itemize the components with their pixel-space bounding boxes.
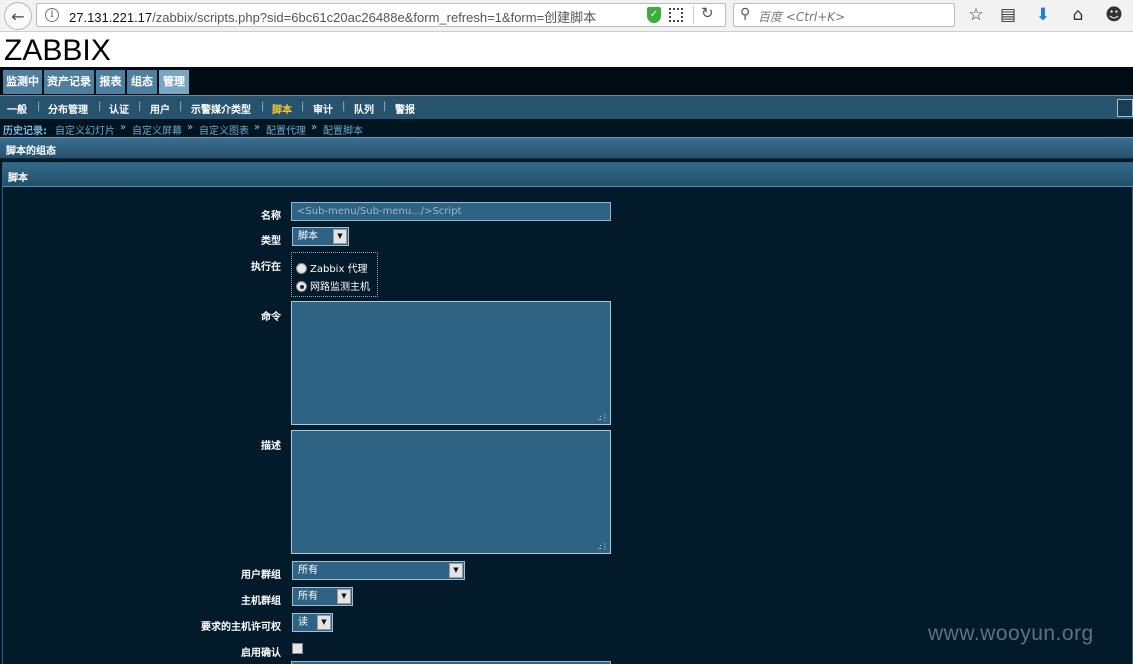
user-group-value: 所有 xyxy=(298,565,318,576)
back-arrow-icon[interactable]: ← xyxy=(4,2,32,30)
execute-on-radio-group: Zabbix 代理 网路监测主机 xyxy=(291,252,378,297)
host-group-value: 所有 xyxy=(298,591,318,602)
sub-separator: | xyxy=(98,101,102,112)
main-menu: 监测中 资产记录 报表 组态 管理 xyxy=(0,67,1133,95)
name-label: 名称 xyxy=(261,211,281,222)
browser-toolbar: ← i 27.131.221.17/zabbix/scripts.php?sid… xyxy=(0,0,1133,32)
command-label: 命令 xyxy=(261,312,281,323)
history-link[interactable]: 自定义图表 xyxy=(199,122,249,137)
user-group-label: 用户群组 xyxy=(241,570,281,581)
download-icon[interactable]: ⬇ xyxy=(1032,4,1054,26)
zabbix-logo[interactable]: ZABBIX xyxy=(4,34,111,68)
history-link[interactable]: 配置代理 xyxy=(266,122,306,137)
main-tab-configuration[interactable]: 组态 xyxy=(127,70,158,94)
sub-separator: | xyxy=(179,101,183,112)
url-text[interactable]: 27.131.221.17/zabbix/scripts.php?sid=6bc… xyxy=(69,7,596,26)
host-access-value: 读 xyxy=(298,617,308,628)
logo-row: ZABBIX xyxy=(0,33,1133,68)
type-select[interactable]: 脚本 ▼ xyxy=(292,227,349,246)
resize-grip-icon[interactable]: .:⋮ xyxy=(598,543,609,551)
description-textarea[interactable]: .:⋮ xyxy=(291,430,611,554)
chat-icon[interactable]: ☻ xyxy=(1103,4,1125,26)
sub-item-media-types[interactable]: 示警媒介类型 xyxy=(191,101,251,116)
history-link[interactable]: 自定义屏幕 xyxy=(132,122,182,137)
form-header: 脚本 xyxy=(3,163,1133,187)
search-icon: ⚲ xyxy=(740,6,751,22)
watermark: www.wooyun.org xyxy=(928,622,1094,645)
sub-separator: | xyxy=(138,101,142,112)
browser-search-box[interactable]: ⚲ 百度 <Ctrl+K> xyxy=(733,3,955,27)
sub-separator: | xyxy=(342,101,346,112)
sub-separator: | xyxy=(301,101,305,112)
execute-option-server-label: 网路监测主机 xyxy=(310,282,370,293)
user-group-select[interactable]: 所有 ▼ xyxy=(292,561,465,580)
main-tab-administration[interactable]: 管理 xyxy=(159,70,190,94)
execute-on-label: 执行在 xyxy=(251,262,281,273)
bookmarks-list-icon[interactable]: ▤ xyxy=(997,4,1019,26)
host-access-select[interactable]: 读 ▼ xyxy=(292,613,333,632)
host-group-select[interactable]: 所有 ▼ xyxy=(292,587,353,606)
bookmark-star-icon[interactable]: ☆ xyxy=(965,4,987,26)
main-tab-reports[interactable]: 报表 xyxy=(96,70,126,94)
command-textarea[interactable]: .:⋮ xyxy=(291,301,611,425)
sub-item-queue[interactable]: 队列 xyxy=(354,101,374,116)
content-area: 脚本 名称 <Sub-menu/Sub-menu.../>Script 类型 脚… xyxy=(0,159,1133,664)
history-link[interactable]: 自定义幻灯片 xyxy=(55,122,115,137)
confirmation-label: 启用确认 xyxy=(241,648,281,659)
section-title: 脚本的组态 xyxy=(6,146,56,157)
description-label: 描述 xyxy=(261,441,281,452)
form-title: 脚本 xyxy=(8,173,28,184)
host-access-label: 要求的主机许可权 xyxy=(201,622,281,633)
history-separator: » xyxy=(311,122,318,133)
sub-item-users[interactable]: 用户 xyxy=(150,101,170,116)
search-input[interactable]: 百度 <Ctrl+K> xyxy=(758,8,845,25)
history-separator: » xyxy=(120,122,127,133)
chevron-down-icon[interactable]: ▼ xyxy=(449,563,463,578)
section-bar: 脚本的组态 xyxy=(0,137,1133,159)
sub-item-dm[interactable]: 分布管理 xyxy=(48,101,88,116)
shield-icon[interactable]: ✓ xyxy=(647,7,661,23)
sub-item-general[interactable]: 一般 xyxy=(7,101,27,116)
main-tab-monitoring[interactable]: 监测中 xyxy=(3,70,43,94)
sub-separator: | xyxy=(383,101,387,112)
sub-item-auth[interactable]: 认证 xyxy=(109,101,129,116)
reload-icon[interactable]: ↻ xyxy=(701,4,714,22)
home-icon[interactable]: ⌂ xyxy=(1067,4,1089,26)
history-separator: » xyxy=(254,122,261,133)
resize-grip-icon[interactable]: .:⋮ xyxy=(598,414,609,422)
history-breadcrumb: 历史记录: 自定义幻灯片 » 自定义屏幕 » 自定义图表 » 配置代理 » 配置… xyxy=(0,119,1133,137)
host-group-label: 主机群组 xyxy=(241,596,281,607)
radio-button-checked[interactable] xyxy=(296,281,307,292)
type-select-value: 脚本 xyxy=(298,231,318,242)
sub-separator: | xyxy=(37,101,41,112)
history-link[interactable]: 配置脚本 xyxy=(323,122,363,137)
confirmation-checkbox[interactable] xyxy=(292,643,303,654)
address-bar[interactable]: i 27.131.221.17/zabbix/scripts.php?sid=6… xyxy=(36,3,726,27)
info-icon[interactable]: i xyxy=(45,8,59,22)
name-input[interactable]: <Sub-menu/Sub-menu.../>Script xyxy=(291,202,611,221)
chevron-down-icon[interactable]: ▼ xyxy=(333,229,347,244)
sub-item-audit[interactable]: 审计 xyxy=(313,101,333,116)
history-label: 历史记录: xyxy=(3,126,47,137)
chevron-down-icon[interactable]: ▼ xyxy=(337,589,351,604)
qr-code-icon[interactable] xyxy=(669,8,683,22)
sub-item-alerts[interactable]: 警报 xyxy=(395,101,415,116)
sub-menu-toggle-box[interactable] xyxy=(1117,99,1133,117)
execute-option-server[interactable]: 网路监测主机 xyxy=(296,278,370,293)
main-tab-inventory[interactable]: 资产记录 xyxy=(44,70,95,94)
sub-menu: 一般 | 分布管理 | 认证 | 用户 | 示警媒介类型 | 脚本 | 审计 |… xyxy=(0,95,1133,119)
execute-option-agent-label: Zabbix 代理 xyxy=(310,264,368,275)
chevron-down-icon[interactable]: ▼ xyxy=(317,615,331,630)
sub-separator: | xyxy=(261,101,265,112)
execute-option-agent[interactable]: Zabbix 代理 xyxy=(296,260,368,275)
radio-button[interactable] xyxy=(296,263,307,274)
type-label: 类型 xyxy=(261,236,281,247)
url-separator xyxy=(693,6,694,24)
history-separator: » xyxy=(187,122,194,133)
sub-item-scripts[interactable]: 脚本 xyxy=(272,101,292,116)
